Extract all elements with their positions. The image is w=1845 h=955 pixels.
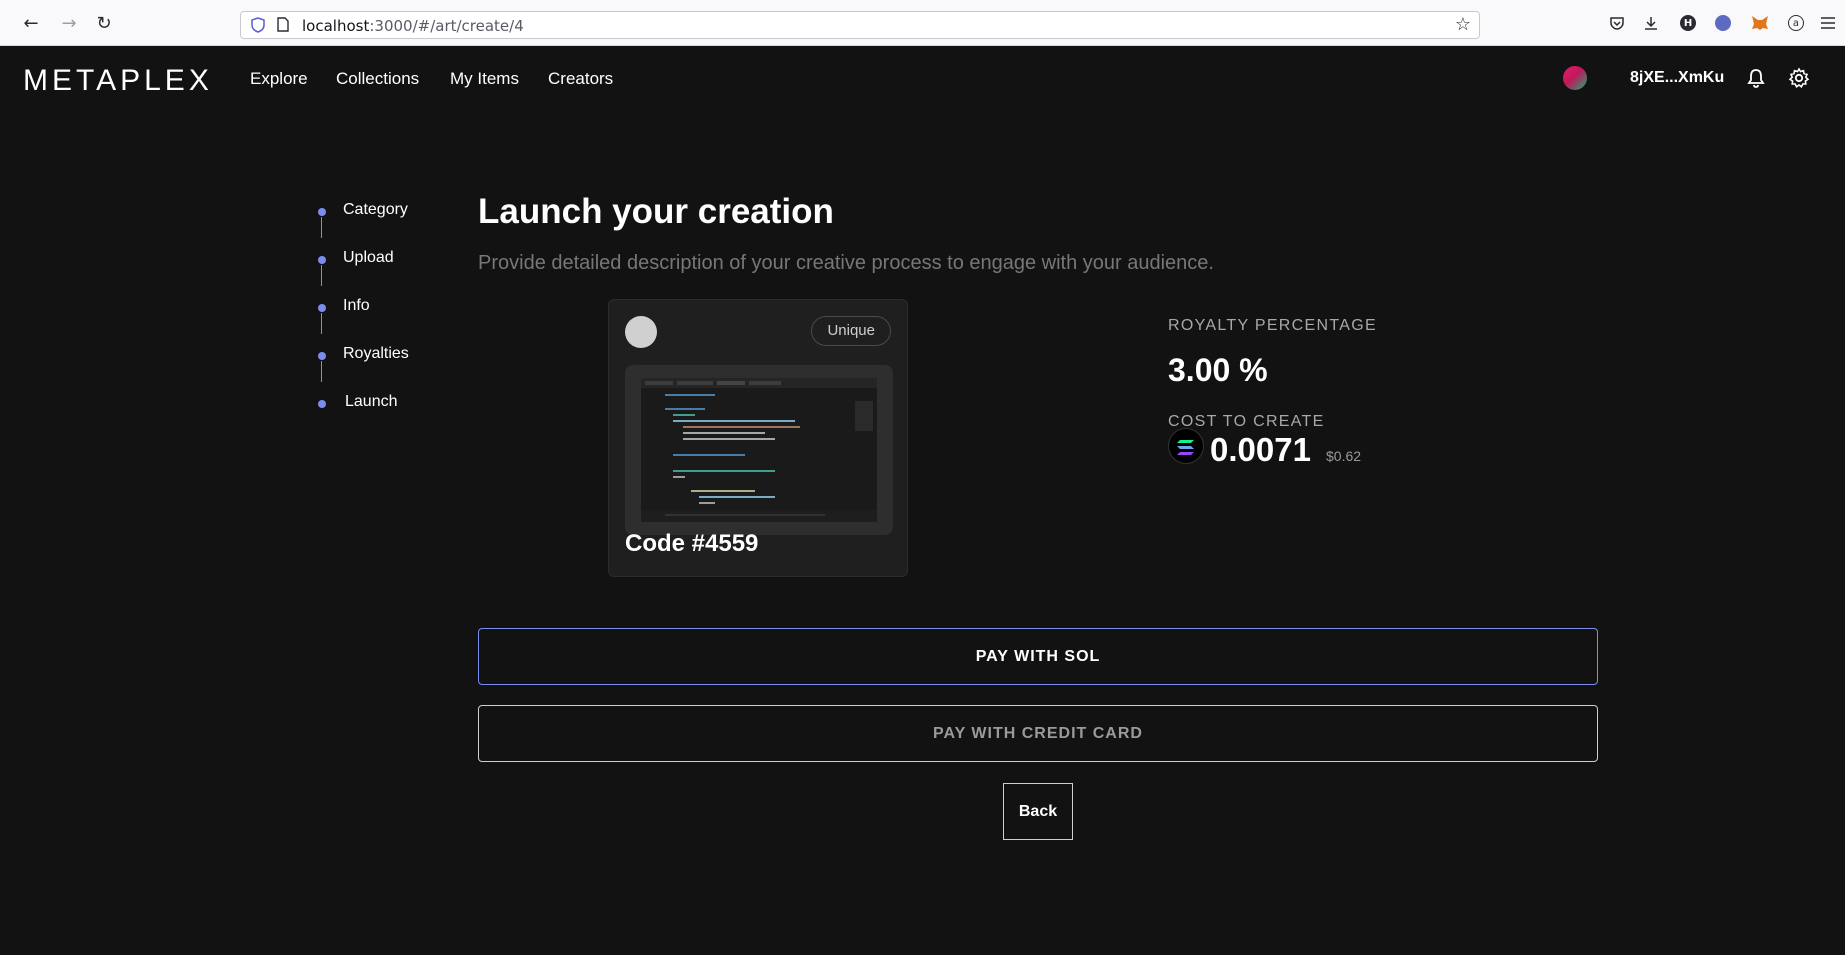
step-dot — [318, 352, 326, 360]
solana-icon — [1168, 428, 1204, 464]
gear-icon[interactable] — [1788, 67, 1810, 89]
page-subtitle: Provide detailed description of your cre… — [478, 252, 1214, 274]
step-dot — [318, 208, 326, 216]
royalty-value: 3.00 % — [1168, 352, 1268, 388]
step-connector — [321, 361, 322, 382]
menu-icon[interactable] — [1818, 13, 1838, 33]
cost-value: 0.0071 — [1210, 431, 1311, 468]
step-label: Upload — [343, 249, 394, 266]
nft-preview-card[interactable]: Unique Code #4559 — [608, 299, 908, 577]
app-root: METAPLEX Explore Collections My Items Cr… — [8, 47, 1845, 955]
step-dot — [318, 304, 326, 312]
nft-title: Code #4559 — [625, 530, 759, 557]
cost-usd: $0.62 — [1326, 448, 1362, 464]
back-button[interactable]: Back — [1003, 783, 1073, 840]
pay-with-sol-button[interactable]: PAY WITH SOL — [478, 628, 1598, 685]
bell-icon[interactable] — [1745, 67, 1767, 89]
edition-badge: Unique — [811, 316, 891, 346]
forward-arrow-icon[interactable]: → — [58, 12, 80, 34]
step-label: Info — [343, 297, 370, 314]
step-connector — [321, 265, 322, 286]
step-label: Launch — [345, 393, 398, 410]
page-icon — [277, 17, 289, 32]
step-dot — [318, 256, 326, 264]
step-connector — [321, 217, 322, 238]
download-icon[interactable] — [1641, 13, 1661, 33]
step-label: Royalties — [343, 345, 409, 362]
wallet-avatar[interactable] — [1563, 66, 1587, 90]
step-dot — [318, 400, 326, 408]
extension-circle-icon[interactable] — [1713, 13, 1733, 33]
nav-collections[interactable]: Collections — [336, 69, 419, 89]
shield-icon — [251, 17, 265, 33]
url-text: localhost:3000/#/art/create/4 — [302, 17, 524, 35]
nav-creators[interactable]: Creators — [548, 69, 613, 89]
creator-avatar — [625, 316, 657, 348]
nav-explore[interactable]: Explore — [250, 69, 308, 89]
royalty-label: ROYALTY PERCENTAGE — [1168, 317, 1377, 334]
pocket-icon[interactable] — [1607, 13, 1627, 33]
page-title: Launch your creation — [478, 192, 834, 231]
account-icon[interactable]: a — [1786, 13, 1806, 33]
metaplex-logo[interactable]: METAPLEX — [23, 64, 213, 98]
pay-with-credit-card-button[interactable]: PAY WITH CREDIT CARD — [478, 705, 1598, 762]
extension-h-icon[interactable]: H — [1678, 13, 1698, 33]
code-screenshot-thumbnail — [641, 378, 877, 522]
step-label: Category — [343, 201, 408, 218]
step-connector — [321, 313, 322, 334]
wallet-address[interactable]: 8jXE...XmKu — [1630, 69, 1724, 87]
back-arrow-icon[interactable]: ← — [20, 12, 42, 34]
address-bar[interactable]: localhost:3000/#/art/create/4 ☆ — [240, 11, 1480, 39]
bookmark-star-icon[interactable]: ☆ — [1455, 14, 1471, 35]
metamask-fox-icon[interactable] — [1750, 13, 1770, 33]
reload-icon[interactable]: ↻ — [93, 12, 115, 34]
nav-my-items[interactable]: My Items — [450, 69, 519, 89]
nft-image — [625, 365, 893, 535]
browser-toolbar: ← → ↻ localhost:3000/#/art/create/4 ☆ H … — [0, 0, 1845, 46]
